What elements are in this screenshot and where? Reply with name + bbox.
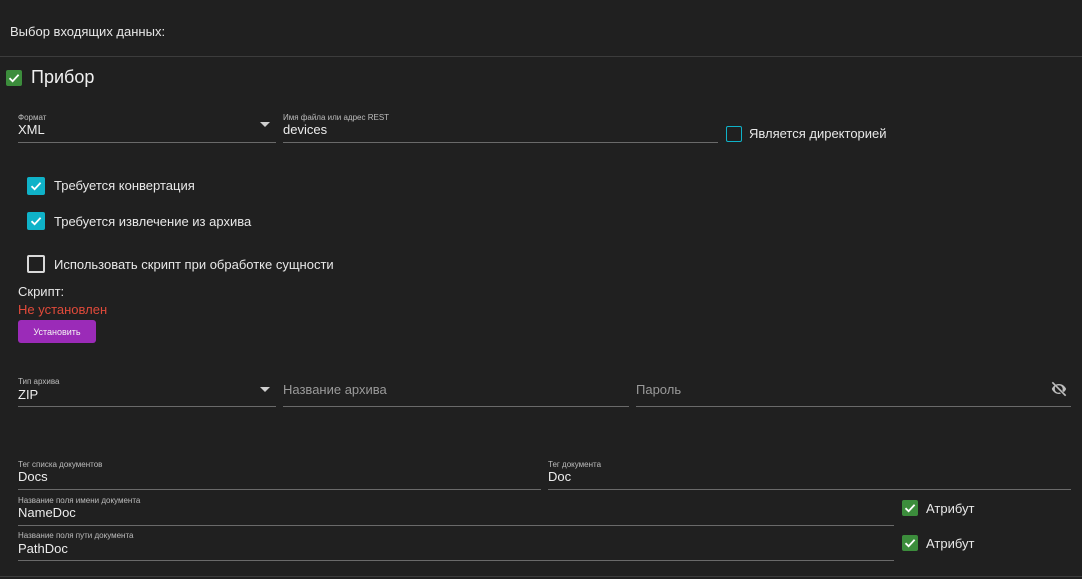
chevron-down-icon	[260, 387, 270, 392]
doc-path-field-label: Название поля пути документа	[18, 531, 134, 540]
is-directory-label: Является директорией	[749, 126, 887, 141]
password-underline	[636, 406, 1071, 407]
archive-type-value: ZIP	[18, 387, 39, 402]
path-attribute-checkbox[interactable]	[902, 535, 918, 551]
doc-list-tag-underline	[18, 489, 541, 490]
doc-tag-label: Тег документа	[548, 460, 602, 469]
archive-type-select[interactable]: Тип архива ZIP	[18, 377, 276, 407]
password-placeholder: Пароль	[636, 382, 682, 397]
eye-off-icon[interactable]	[1048, 379, 1070, 397]
check-icon	[904, 504, 916, 513]
doc-name-field-value: NameDoc	[18, 505, 76, 520]
is-directory-checkbox[interactable]	[726, 126, 742, 142]
divider	[0, 56, 1082, 57]
format-value: XML	[18, 122, 45, 137]
needs-extraction-label: Требуется извлечение из архива	[54, 214, 252, 229]
use-script-checkbox[interactable]	[27, 255, 45, 273]
filename-underline	[283, 142, 718, 143]
script-label: Скрипт:	[18, 284, 65, 299]
section-title: Прибор	[31, 67, 95, 87]
doc-path-field-input[interactable]: Название поля пути документа PathDoc	[18, 531, 894, 561]
doc-list-tag-value: Docs	[18, 469, 48, 484]
path-attribute-label: Атрибут	[926, 536, 975, 551]
doc-path-field-value: PathDoc	[18, 541, 68, 556]
doc-list-tag-label: Тег списка документов	[18, 460, 103, 469]
needs-conversion-label: Требуется конвертация	[54, 178, 195, 193]
archive-name-input[interactable]: Название архива	[283, 377, 629, 407]
device-enabled-checkbox[interactable]	[6, 70, 22, 86]
format-select[interactable]: Формат XML	[18, 113, 276, 143]
use-script-label: Использовать скрипт при обработке сущнос…	[54, 257, 334, 272]
needs-conversion-checkbox[interactable]	[27, 177, 45, 195]
check-icon	[30, 182, 42, 191]
doc-name-field-label: Название поля имени документа	[18, 496, 141, 505]
archive-name-underline	[283, 406, 629, 407]
doc-name-field-underline	[18, 525, 894, 526]
check-icon	[8, 74, 20, 83]
filename-input[interactable]: Имя файла или адрес REST devices	[283, 113, 718, 143]
archive-name-placeholder: Название архива	[283, 382, 387, 397]
doc-list-tag-input[interactable]: Тег списка документов Docs	[18, 460, 541, 490]
doc-tag-value: Doc	[548, 469, 572, 484]
archive-type-label: Тип архива	[18, 377, 60, 386]
script-status: Не установлен	[18, 302, 108, 317]
install-script-button[interactable]: Установить	[18, 320, 96, 343]
format-underline	[18, 142, 276, 143]
name-attribute-checkbox[interactable]	[902, 500, 918, 516]
archive-type-underline	[18, 406, 276, 407]
check-icon	[30, 217, 42, 226]
name-attribute-label: Атрибут	[926, 501, 975, 516]
password-input[interactable]: Пароль	[636, 377, 1071, 407]
chevron-down-icon	[260, 122, 270, 127]
doc-name-field-input[interactable]: Название поля имени документа NameDoc	[18, 496, 894, 526]
needs-extraction-checkbox[interactable]	[27, 212, 45, 230]
filename-label: Имя файла или адрес REST	[283, 113, 390, 122]
filename-value: devices	[283, 122, 328, 137]
doc-tag-input[interactable]: Тег документа Doc	[548, 460, 1071, 490]
doc-tag-underline	[548, 489, 1071, 490]
divider	[0, 576, 1082, 577]
doc-path-field-underline	[18, 560, 894, 561]
check-icon	[904, 539, 916, 548]
format-label: Формат	[18, 113, 47, 122]
page-title: Выбор входящих данных:	[10, 24, 166, 39]
